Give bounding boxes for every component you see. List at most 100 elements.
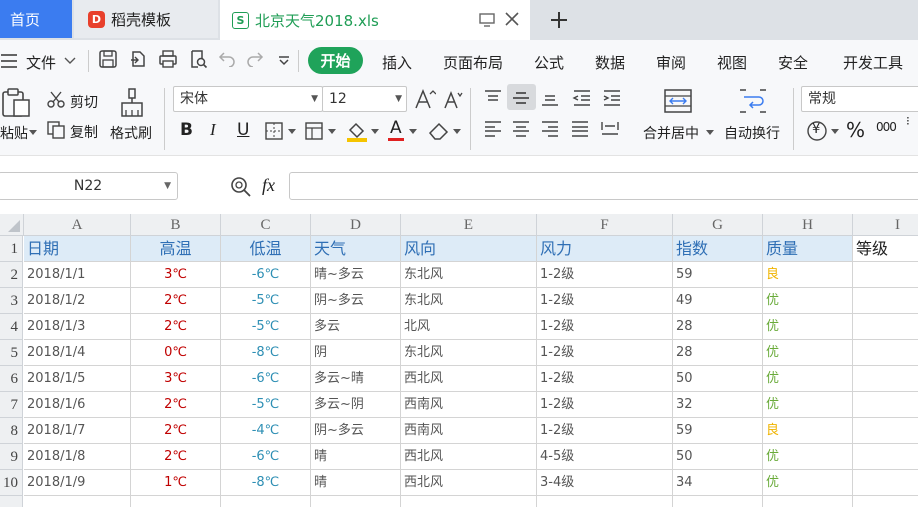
cell-high[interactable]: 1℃ (131, 470, 221, 496)
cell-date[interactable]: 2018/1/7 (24, 418, 131, 444)
menu-developer-tools[interactable]: 开发工具 (843, 52, 903, 73)
cell-quality[interactable]: 优 (763, 366, 853, 392)
header-cell[interactable]: 风力 (537, 236, 673, 262)
currency-dropdown-icon[interactable] (831, 129, 839, 135)
font-name-select[interactable]: 宋体 ▼ (173, 86, 323, 112)
cell-quality[interactable]: 优 (763, 288, 853, 314)
tab-home[interactable]: 首页 (0, 0, 72, 38)
cell-low[interactable]: -8℃ (221, 340, 311, 366)
column-header-b[interactable]: B (131, 214, 221, 236)
row-header[interactable] (0, 496, 23, 507)
cell-wind-dir[interactable]: 北风 (401, 314, 537, 340)
chevron-down-icon[interactable] (64, 56, 76, 66)
menu-page-layout[interactable]: 页面布局 (443, 52, 503, 73)
bold-icon[interactable]: B (180, 120, 193, 140)
hamburger-menu-icon[interactable] (0, 53, 18, 69)
fill-color-dropdown-icon[interactable] (371, 129, 379, 135)
cell-weather[interactable]: 晴 (311, 444, 401, 470)
cell-low[interactable]: -5℃ (221, 392, 311, 418)
menu-data[interactable]: 数据 (595, 52, 625, 73)
spreadsheet-grid[interactable]: A B C D E F G H I 1 日期 高温 低温 天气 风向 风力 指数 质量 等级 2 2018/1/1 3℃ -… (0, 214, 918, 507)
cell-cut-off[interactable] (673, 496, 763, 507)
border-dropdown-icon[interactable] (288, 129, 296, 135)
window-icon[interactable] (478, 11, 496, 29)
cell-empty[interactable] (853, 314, 918, 340)
cell-low[interactable]: -5℃ (221, 288, 311, 314)
cell-weather[interactable]: 多云~阴 (311, 392, 401, 418)
cell-wind-dir[interactable]: 西南风 (401, 392, 537, 418)
cell-cut-off[interactable] (24, 496, 131, 507)
close-tab-icon[interactable] (504, 11, 520, 27)
column-header-d[interactable]: D (311, 214, 401, 236)
cell-wind-force[interactable]: 1-2级 (537, 262, 673, 288)
cell-date[interactable]: 2018/1/3 (24, 314, 131, 340)
align-left-icon[interactable] (483, 120, 503, 138)
row-header[interactable]: 4 (0, 314, 23, 340)
distributed-align-icon[interactable] (600, 120, 620, 138)
merge-center-icon[interactable] (663, 88, 693, 114)
cell-date[interactable]: 2018/1/4 (24, 340, 131, 366)
cell-date[interactable]: 2018/1/6 (24, 392, 131, 418)
cell-weather[interactable]: 阴~多云 (311, 418, 401, 444)
cell-cut-off[interactable] (311, 496, 401, 507)
print-icon[interactable] (158, 49, 178, 69)
column-header-f[interactable]: F (537, 214, 673, 236)
cell-empty[interactable] (853, 392, 918, 418)
row-header[interactable]: 1 (0, 236, 23, 262)
cell-empty[interactable] (853, 288, 918, 314)
column-header-g[interactable]: G (673, 214, 763, 236)
cell-quality[interactable]: 优 (763, 470, 853, 496)
zoom-formula-icon[interactable] (230, 176, 252, 198)
row-header[interactable]: 6 (0, 366, 23, 392)
cell-low[interactable]: -6℃ (221, 366, 311, 392)
cell-cut-off[interactable] (853, 496, 918, 507)
cell-cut-off[interactable] (537, 496, 673, 507)
font-size-select[interactable]: 12 ▼ (322, 86, 407, 112)
formula-input[interactable] (289, 172, 918, 200)
cell-wind-dir[interactable]: 西南风 (401, 418, 537, 444)
cell-weather[interactable]: 阴~多云 (311, 288, 401, 314)
cell-wind-force[interactable]: 1-2级 (537, 366, 673, 392)
cell-cut-off[interactable] (131, 496, 221, 507)
cell-high[interactable]: 2℃ (131, 444, 221, 470)
menu-formula[interactable]: 公式 (534, 52, 564, 73)
menu-file[interactable]: 文件 (26, 52, 56, 73)
align-center-icon[interactable] (511, 120, 531, 138)
cell-weather[interactable]: 晴~多云 (311, 262, 401, 288)
cell-wind-force[interactable]: 1-2级 (537, 340, 673, 366)
column-header-c[interactable]: C (221, 214, 311, 236)
cell-wind-force[interactable]: 1-2级 (537, 418, 673, 444)
cell-wind-force[interactable]: 4-5级 (537, 444, 673, 470)
column-header-a[interactable]: A (24, 214, 131, 236)
decrease-font-icon[interactable] (443, 90, 463, 110)
cell-quality[interactable]: 优 (763, 314, 853, 340)
cell-low[interactable]: -8℃ (221, 470, 311, 496)
cell-high[interactable]: 2℃ (131, 314, 221, 340)
cell-weather[interactable]: 晴 (311, 470, 401, 496)
wrap-text-icon[interactable] (738, 88, 768, 114)
paste-label[interactable]: 粘贴 (0, 123, 28, 143)
cell-wind-dir[interactable]: 东北风 (401, 288, 537, 314)
cell-index[interactable]: 50 (673, 366, 763, 392)
cell-style-icon[interactable] (305, 122, 325, 140)
cell-low[interactable]: -6℃ (221, 262, 311, 288)
cell-low[interactable]: -6℃ (221, 444, 311, 470)
underline-icon[interactable]: U (237, 120, 249, 140)
column-header-i[interactable]: I (853, 214, 918, 236)
column-header-h[interactable]: H (763, 214, 853, 236)
function-icon[interactable]: fx (262, 175, 275, 196)
cell-empty[interactable] (853, 418, 918, 444)
cell-quality[interactable]: 良 (763, 418, 853, 444)
row-header[interactable]: 7 (0, 392, 23, 418)
decimal-icon[interactable]: ⁝ (906, 115, 910, 127)
cell-wind-force[interactable]: 1-2级 (537, 288, 673, 314)
header-cell[interactable]: 质量 (763, 236, 853, 262)
cell-index[interactable]: 59 (673, 418, 763, 444)
name-box[interactable]: N22 ▼ (0, 172, 178, 200)
cell-quality[interactable]: 优 (763, 392, 853, 418)
cut-label[interactable]: 剪切 (70, 92, 98, 112)
cell-wind-force[interactable]: 3-4级 (537, 470, 673, 496)
header-cell[interactable]: 高温 (131, 236, 221, 262)
header-cell[interactable]: 低温 (221, 236, 311, 262)
cell-date[interactable]: 2018/1/5 (24, 366, 131, 392)
